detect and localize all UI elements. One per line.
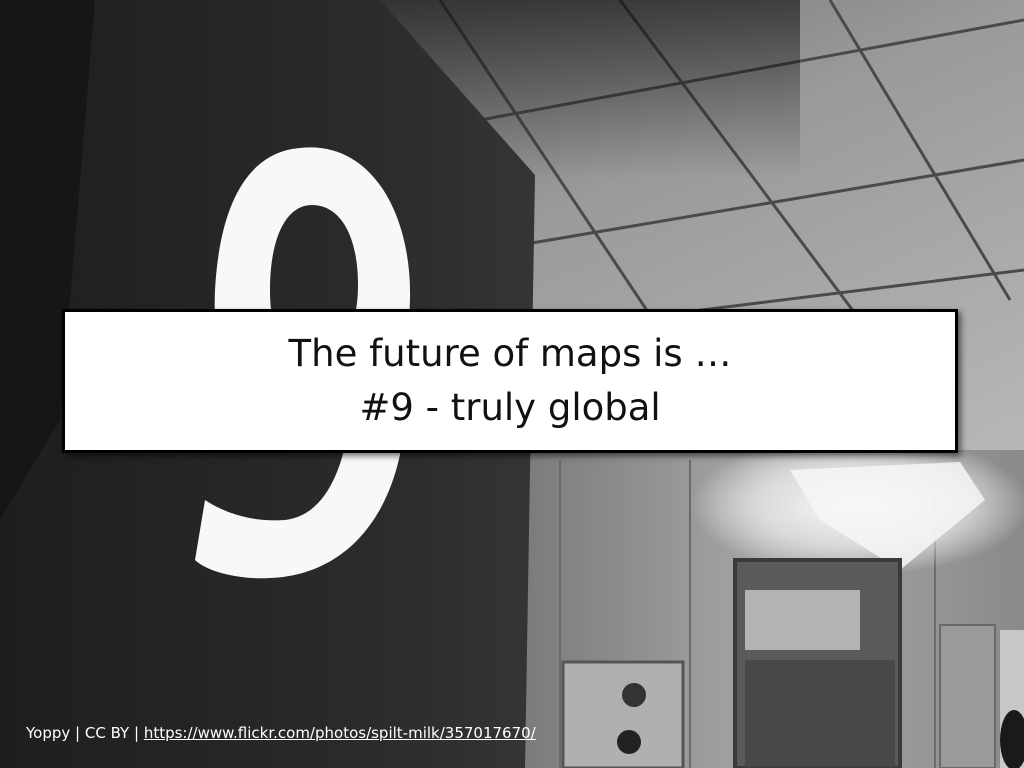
slide-title-box: The future of maps is … #9 - truly globa…: [62, 309, 958, 453]
credit-separator-2: |: [129, 724, 144, 742]
credit-link[interactable]: https://www.flickr.com/photos/spilt-milk…: [144, 724, 536, 742]
credit-author: Yoppy: [26, 724, 71, 742]
slide-title-line-1: The future of maps is …: [288, 332, 732, 375]
credit-license: CC BY: [84, 724, 130, 742]
photo-credit: Yoppy | CC BY | https://www.flickr.com/p…: [26, 722, 536, 744]
slide-title-line-2: #9 - truly global: [359, 386, 661, 429]
credit-separator-1: |: [70, 724, 85, 742]
